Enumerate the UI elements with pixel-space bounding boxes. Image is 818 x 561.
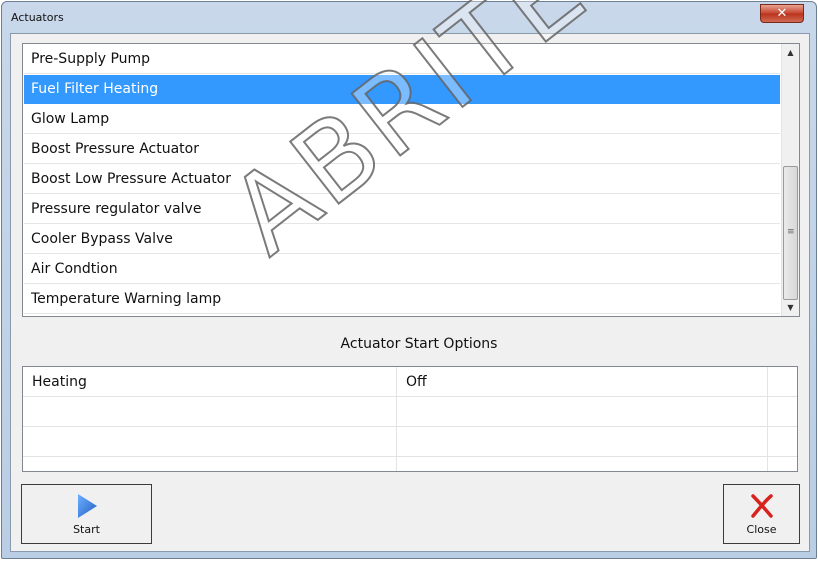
play-icon	[77, 494, 97, 518]
list-item[interactable]: Pre-Supply Pump	[24, 45, 780, 74]
table-row[interactable]	[23, 427, 797, 457]
list-item[interactable]: Boost Pressure Actuator	[24, 135, 780, 164]
option-value-cell[interactable]	[397, 397, 768, 427]
list-item[interactable]: Temperature Warning lamp	[24, 285, 780, 314]
actuators-window: Actuators ✕ Pre-Supply Pump Fuel Filter H…	[1, 1, 817, 559]
list-item[interactable]: Pressure regulator valve	[24, 195, 780, 224]
option-value-cell[interactable]	[397, 457, 768, 471]
list-scrollbar[interactable]: ▲ ≡ ▼	[781, 44, 799, 316]
close-label: Close	[746, 523, 777, 536]
start-label: Start	[73, 523, 100, 536]
scroll-thumb[interactable]: ≡	[783, 166, 798, 300]
option-name-cell	[23, 397, 397, 427]
list-item[interactable]: Boost Low Pressure Actuator	[24, 165, 780, 194]
window-title: Actuators	[11, 11, 64, 24]
scroll-down-arrow-icon[interactable]: ▼	[782, 299, 799, 316]
list-item[interactable]: Air Condtion	[24, 255, 780, 284]
option-extra-cell	[768, 367, 797, 397]
actuator-list[interactable]: Pre-Supply Pump Fuel Filter Heating Glow L…	[22, 43, 800, 317]
list-item[interactable]: Cooler Bypass Valve	[24, 225, 780, 254]
option-extra-cell	[768, 427, 797, 457]
client-area: Pre-Supply Pump Fuel Filter Heating Glow L…	[10, 33, 810, 552]
option-name-cell: Heating	[23, 367, 397, 397]
start-options-title: Actuator Start Options	[340, 336, 498, 352]
grip-icon: ≡	[787, 227, 795, 237]
option-extra-cell	[768, 397, 797, 427]
scroll-up-arrow-icon[interactable]: ▲	[782, 44, 799, 61]
start-button[interactable]: Start	[21, 484, 152, 544]
table-row[interactable]	[23, 397, 797, 427]
option-extra-cell	[768, 457, 797, 471]
title-bar: Actuators ✕	[2, 2, 816, 34]
red-x-icon	[750, 494, 773, 518]
close-button[interactable]: Close	[723, 484, 800, 544]
table-row[interactable]	[23, 457, 797, 471]
option-value-cell[interactable]: Off	[397, 367, 768, 397]
list-item[interactable]: Glow Lamp	[24, 105, 780, 134]
list-item[interactable]: Fuel Filter Heating	[24, 75, 780, 104]
window-close-button[interactable]: ✕	[760, 4, 804, 23]
option-name-cell	[23, 427, 397, 457]
table-row[interactable]: Heating Off	[23, 367, 797, 397]
close-icon: ✕	[776, 6, 788, 21]
start-options-grid[interactable]: Heating Off	[22, 366, 798, 472]
option-value-cell[interactable]	[397, 427, 768, 457]
option-name-cell	[23, 457, 397, 471]
